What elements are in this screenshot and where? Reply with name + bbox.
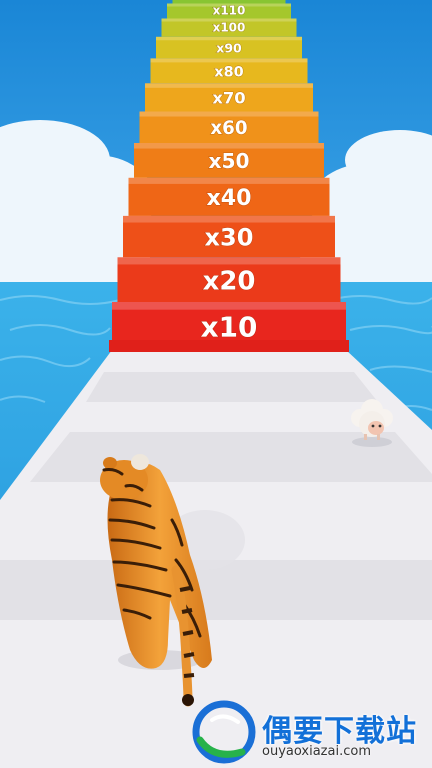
- stair-tread: [117, 257, 341, 265]
- stair-label: x110: [213, 3, 246, 17]
- stair-label: x120: [213, 0, 246, 3]
- stair-label: x90: [216, 40, 242, 55]
- stair-label: x50: [208, 149, 249, 173]
- stair-step-x110: x110: [167, 3, 291, 19]
- ouyao-logo-icon: [192, 700, 256, 764]
- stair-label: x30: [205, 224, 254, 252]
- stair-label: x40: [207, 185, 252, 211]
- stair-label: x60: [210, 118, 247, 139]
- stair-base: [109, 340, 349, 352]
- stair-tread: [123, 215, 335, 223]
- stair-label: x10: [201, 311, 258, 344]
- stair-label: x100: [213, 21, 246, 35]
- stair-step-x60: x60: [139, 111, 319, 143]
- stair-label: x80: [214, 64, 243, 80]
- stair-step-x90: x90: [156, 36, 302, 59]
- stair-label: x20: [203, 266, 256, 296]
- stair-step-x30: x30: [123, 215, 335, 258]
- stair-tread: [139, 111, 319, 117]
- stair-step-x100: x100: [161, 18, 297, 37]
- stair-label: x70: [212, 89, 245, 108]
- stair-step-x70: x70: [145, 83, 313, 112]
- stair-tread: [145, 83, 313, 88]
- stair-tread: [134, 143, 324, 149]
- stair-step-x40: x40: [128, 177, 330, 216]
- watermark: 偶要下载站 ouyaoxiazai.com: [190, 700, 430, 764]
- watermark-url: ouyaoxiazai.com: [262, 744, 371, 759]
- stair-tread: [112, 302, 346, 310]
- stair-step-x80: x80: [150, 58, 308, 84]
- stair-step-x50: x50: [134, 143, 324, 178]
- stair-tread: [150, 58, 308, 63]
- stair-step-x20: x20: [117, 257, 341, 302]
- game-scene: x130x120x110x100x90x80x70x60x50x40x30x20…: [0, 0, 432, 768]
- stair-tread: [128, 177, 330, 184]
